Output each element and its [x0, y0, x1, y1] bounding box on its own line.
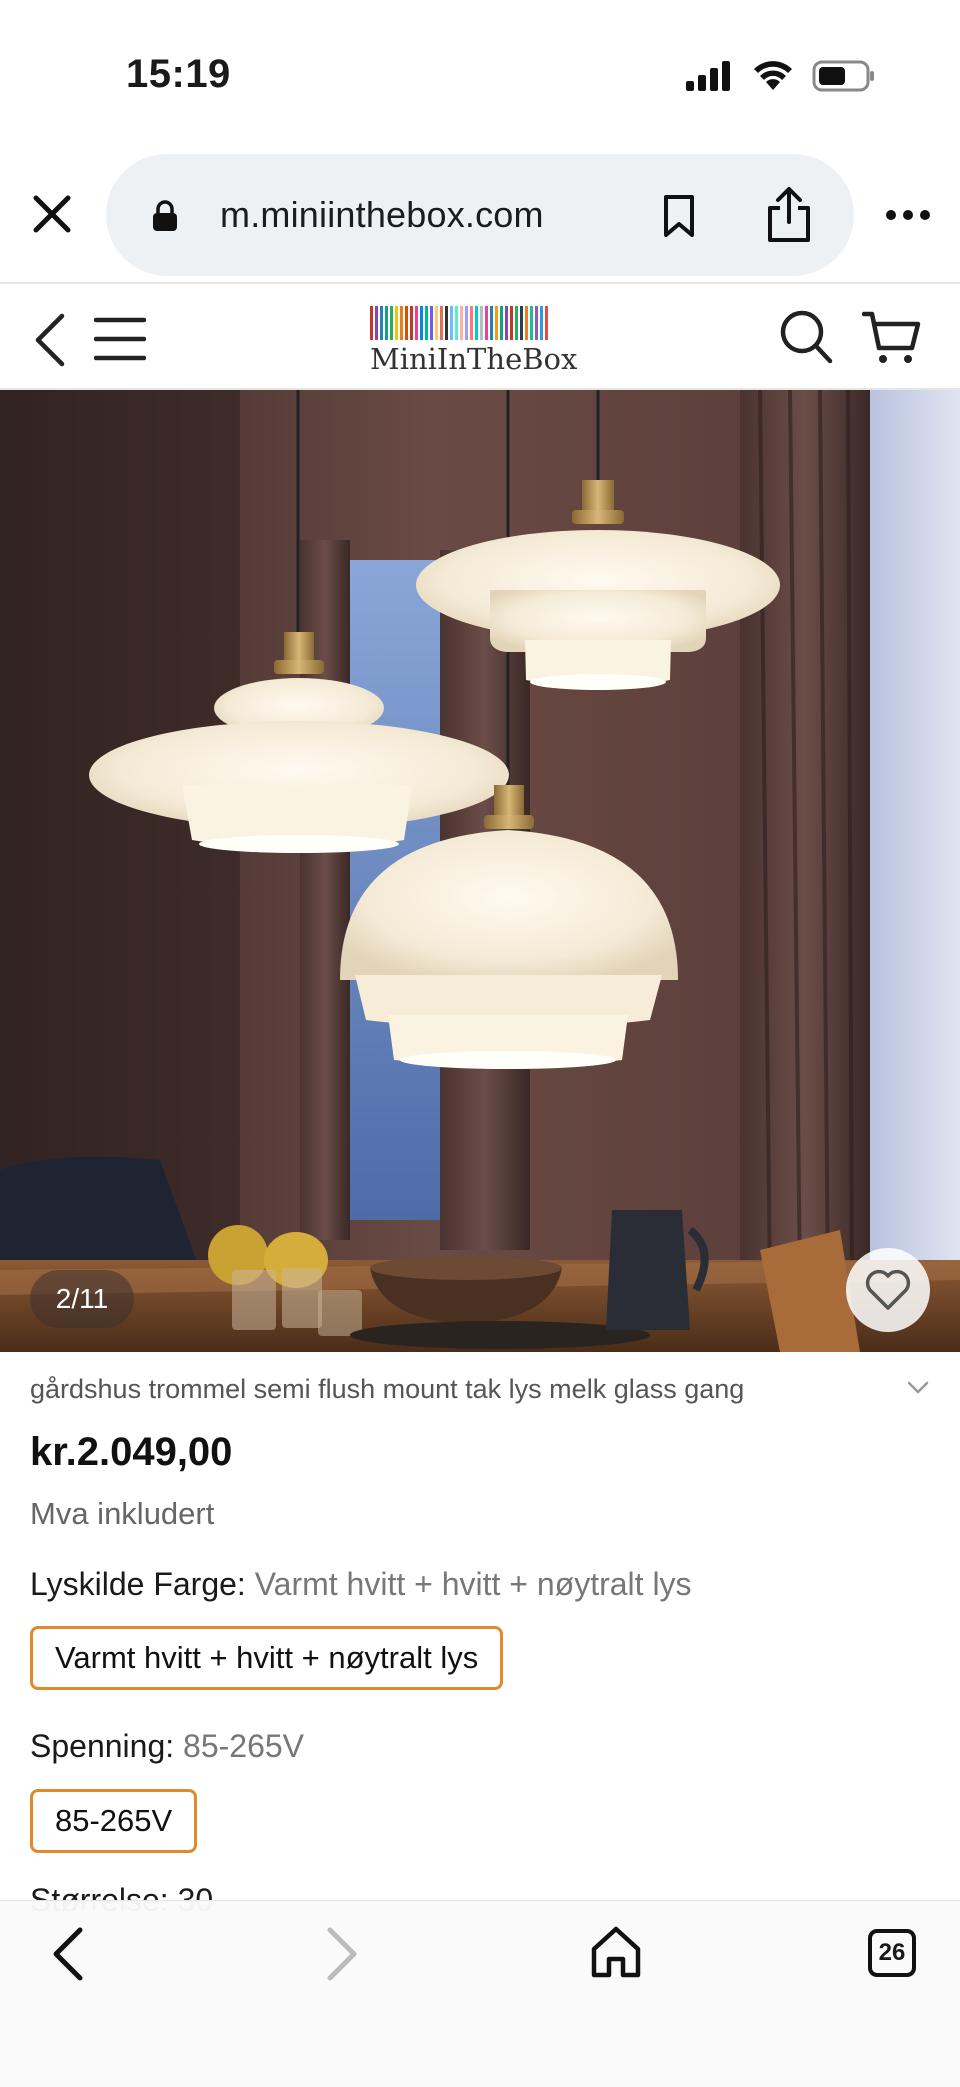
status-bar: 15:19 — [0, 0, 960, 140]
logo-stripe — [475, 306, 478, 340]
logo-stripe — [470, 306, 473, 340]
attribute-label-light-color: Lyskilde Farge: Varmt hvitt + hvitt + nø… — [30, 1566, 692, 1603]
logo-stripes — [370, 306, 590, 340]
logo-stripe — [405, 306, 408, 340]
logo-stripe — [445, 306, 448, 340]
attribute-name: Spenning: — [30, 1728, 175, 1764]
logo-stripe — [480, 306, 483, 340]
heart-icon — [865, 1269, 911, 1310]
share-icon[interactable] — [766, 186, 812, 244]
logo-stripe — [525, 306, 528, 340]
logo-stripe — [380, 306, 383, 340]
product-image[interactable]: 2/11 — [0, 390, 960, 1352]
logo-stripe — [395, 306, 398, 340]
logo-stripe — [410, 306, 413, 340]
image-counter: 2/11 — [30, 1270, 134, 1328]
product-price: kr.2.049,00 — [30, 1430, 233, 1474]
back-chevron-icon[interactable] — [30, 312, 70, 368]
logo-stripe — [500, 306, 503, 340]
logo-stripe — [530, 306, 533, 340]
browser-address-bar: m.miniinthebox.com — [0, 150, 960, 280]
logo-stripe — [510, 306, 513, 340]
product-photo — [0, 390, 960, 1352]
vat-note: Mva inkludert — [30, 1496, 215, 1531]
url-field[interactable]: m.miniinthebox.com — [106, 154, 854, 276]
logo-stripe — [490, 306, 493, 340]
option-light-color[interactable]: Varmt hvitt + hvitt + nøytralt lys — [30, 1626, 504, 1690]
product-title-row[interactable]: gårdshus trommel semi flush mount tak ly… — [30, 1374, 930, 1414]
chevron-down-icon[interactable] — [906, 1380, 930, 1396]
logo-stripe — [460, 306, 463, 340]
logo-stripe — [505, 306, 508, 340]
option-label: Varmt hvitt + hvitt + nøytralt lys — [55, 1640, 479, 1675]
logo-stripe — [495, 306, 498, 340]
logo-stripe — [515, 306, 518, 340]
logo-stripe — [420, 306, 423, 340]
attribute-name: Lyskilde Farge: — [30, 1566, 246, 1602]
bookmark-icon[interactable] — [662, 194, 696, 238]
more-options-icon[interactable] — [884, 208, 932, 222]
browser-forward-icon[interactable] — [322, 1925, 362, 1983]
status-time: 15:19 — [126, 52, 231, 96]
cart-icon[interactable] — [862, 308, 922, 368]
logo-text: MiniInTheBox — [370, 342, 578, 376]
logo-stripe — [390, 306, 393, 340]
logo-stripe — [455, 306, 458, 340]
logo-stripe — [375, 306, 378, 340]
option-voltage[interactable]: 85-265V — [30, 1789, 198, 1853]
logo-stripe — [415, 306, 418, 340]
option-label: 85-265V — [55, 1803, 173, 1838]
logo-stripe — [520, 306, 523, 340]
logo-stripe — [545, 306, 548, 340]
attribute-selected-value: 85-265V — [183, 1728, 304, 1764]
home-icon[interactable] — [590, 1925, 642, 1979]
logo-stripe — [430, 306, 433, 340]
browser-bottom-toolbar: 26 — [0, 1900, 960, 2087]
logo-stripe — [450, 306, 453, 340]
hamburger-menu-icon[interactable] — [94, 316, 146, 362]
search-icon[interactable] — [778, 308, 834, 366]
close-icon[interactable] — [28, 190, 76, 238]
site-header: MiniInTheBox — [0, 284, 960, 390]
wifi-icon — [754, 61, 792, 90]
lock-icon — [153, 200, 177, 231]
cellular-signal-icon — [686, 61, 730, 91]
attribute-label-voltage: Spenning: 85-265V — [30, 1728, 304, 1765]
attribute-selected-value: Varmt hvitt + hvitt + nøytralt lys — [254, 1566, 692, 1602]
logo-stripe — [485, 306, 488, 340]
product-title: gårdshus trommel semi flush mount tak ly… — [30, 1374, 745, 1404]
status-icons — [686, 60, 876, 92]
url-text: m.miniinthebox.com — [220, 194, 544, 235]
logo-stripe — [440, 306, 443, 340]
logo-stripe — [400, 306, 403, 340]
logo-stripe — [370, 306, 373, 340]
battery-icon — [812, 60, 874, 92]
site-logo[interactable]: MiniInTheBox — [370, 306, 590, 376]
wishlist-button[interactable] — [846, 1248, 930, 1332]
logo-stripe — [535, 306, 538, 340]
logo-stripe — [385, 306, 388, 340]
logo-stripe — [465, 306, 468, 340]
browser-back-icon[interactable] — [48, 1925, 88, 1983]
logo-stripe — [425, 306, 428, 340]
logo-stripe — [540, 306, 543, 340]
logo-stripe — [435, 306, 438, 340]
tabs-button[interactable]: 26 — [868, 1929, 916, 1977]
